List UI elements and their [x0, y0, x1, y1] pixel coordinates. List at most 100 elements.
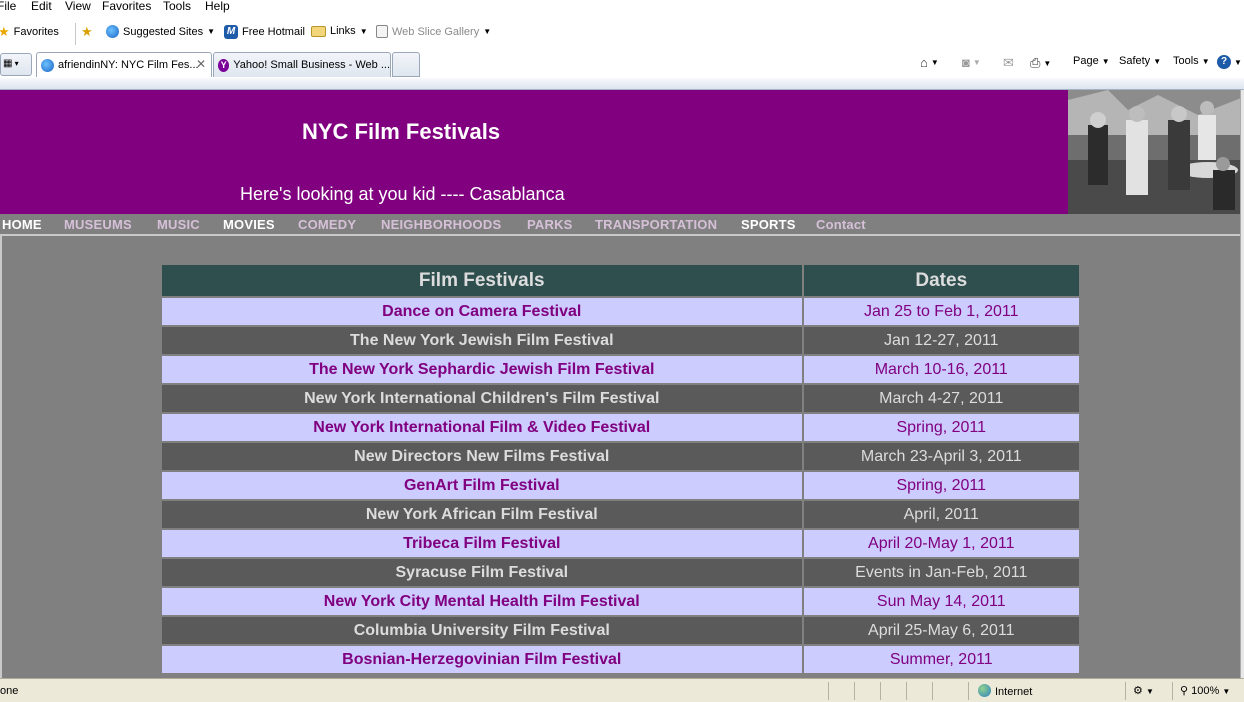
festival-name[interactable]: Dance on Camera Festival	[160, 296, 804, 327]
star-icon: ★	[0, 24, 10, 39]
table-row: Tribeca Film Festival April 20-May 1, 201…	[160, 528, 1082, 559]
chevron-down-icon: ▼	[972, 58, 981, 67]
table-row: New York City Mental Health Film Festiva…	[160, 586, 1082, 617]
status-divider	[854, 682, 855, 700]
nav-transportation[interactable]: TRANSPORTATION	[595, 217, 717, 232]
quick-tabs-button[interactable]: ▦ ▾	[0, 53, 32, 76]
browser-window: File Edit View Favorites Tools Help ★ Fa…	[0, 0, 1244, 702]
table-row: GenArt Film Festival Spring, 2011	[160, 470, 1082, 501]
table-row: Dance on Camera Festival Jan 25 to Feb 1,…	[160, 296, 1082, 327]
folder-icon	[311, 25, 326, 37]
status-divider	[932, 682, 933, 700]
feeds-button[interactable]: ◙ ▼	[962, 55, 981, 70]
chevron-down-icon: ▼	[930, 58, 939, 67]
nav-sports[interactable]: SPORTS	[741, 217, 796, 232]
festival-name[interactable]: Columbia University Film Festival	[160, 615, 804, 646]
chevron-down-icon: ▼	[1201, 56, 1210, 66]
zoom-control[interactable]: ⚲ 100% ▼	[1180, 684, 1230, 697]
nav-home[interactable]: HOME	[2, 217, 42, 232]
read-mail-button[interactable]: ✉	[1003, 55, 1014, 71]
menu-bar: File Edit View Favorites Tools Help	[0, 0, 1244, 15]
festival-name[interactable]: New York International Film & Video Fest…	[160, 412, 804, 443]
new-tab-button[interactable]	[392, 52, 420, 77]
festival-name[interactable]: GenArt Film Festival	[160, 470, 804, 501]
close-icon[interactable]: ✕	[196, 57, 206, 71]
home-icon: ⌂	[920, 55, 928, 70]
festival-dates: Spring, 2011	[801, 412, 1082, 443]
festival-name[interactable]: Bosnian-Herzegovinian Film Festival	[160, 644, 804, 675]
menu-favorites[interactable]: Favorites	[102, 0, 151, 13]
nav-museums[interactable]: MUSEUMS	[64, 217, 132, 232]
menu-edit[interactable]: Edit	[31, 0, 52, 13]
status-divider	[968, 682, 969, 700]
casablanca-photo	[1068, 90, 1241, 214]
table-row: New York International Film & Video Fest…	[160, 412, 1082, 443]
favorites-label: Favorites	[13, 26, 59, 38]
links-folder[interactable]: Links ▼	[311, 25, 368, 37]
favorites-button[interactable]: ★ Favorites	[0, 25, 59, 39]
table-row: New Directors New Films Festival March 23…	[160, 441, 1082, 472]
tab-yahoo[interactable]: Y Yahoo! Small Business - Web ...	[213, 52, 391, 77]
status-bar: one Internet ⚙ ▼ ⚲ 100% ▼	[0, 678, 1244, 702]
festival-name[interactable]: New Directors New Films Festival	[160, 441, 804, 472]
tab-afriendinny[interactable]: afriendinNY: NYC Film Fes... ✕	[36, 52, 212, 77]
nav-comedy[interactable]: COMEDY	[298, 217, 356, 232]
page-menu[interactable]: Page ▼	[1073, 55, 1110, 67]
nav-neighborhoods[interactable]: NEIGHBORHOODS	[381, 217, 501, 232]
festival-name[interactable]: The New York Sephardic Jewish Film Festi…	[160, 354, 804, 385]
safety-menu[interactable]: Safety ▼	[1119, 55, 1161, 67]
favorites-separator	[75, 23, 76, 45]
web-slice-gallery-link[interactable]: Web Slice Gallery ▼	[376, 25, 491, 38]
status-divider	[906, 682, 907, 700]
festival-dates: Sun May 14, 2011	[801, 586, 1082, 617]
security-zone: Internet	[978, 684, 1032, 698]
festival-dates: Summer, 2011	[801, 644, 1082, 675]
chevron-down-icon: ▼	[1145, 687, 1154, 696]
menu-help[interactable]: Help	[205, 0, 230, 13]
table-row: The New York Sephardic Jewish Film Festi…	[160, 354, 1082, 385]
site-title: NYC Film Festivals	[302, 119, 501, 144]
zoom-level: 100%	[1191, 685, 1220, 697]
status-divider	[828, 682, 829, 700]
chevron-down-icon: ▼	[1234, 57, 1242, 67]
print-button[interactable]: ⎙ ▼	[1030, 55, 1051, 71]
menu-tools[interactable]: Tools	[163, 0, 191, 13]
tab-title: afriendinNY: NYC Film Fes...	[58, 59, 199, 71]
add-to-favorites-button[interactable]: ★	[81, 25, 93, 39]
free-hotmail-link[interactable]: M Free Hotmail	[224, 25, 305, 39]
festival-dates: Spring, 2011	[801, 470, 1082, 501]
help-button[interactable]: ? ▼	[1217, 55, 1242, 69]
nav-contact[interactable]: Contact	[816, 217, 866, 232]
festival-name[interactable]: Syracuse Film Festival	[160, 557, 804, 588]
add-favorite-star-icon: ★	[81, 24, 93, 39]
page-viewport[interactable]: NYC Film Festivals Here's looking at you…	[0, 90, 1244, 678]
festival-name[interactable]: The New York Jewish Film Festival	[160, 325, 804, 356]
home-button[interactable]: ⌂ ▼	[920, 55, 939, 70]
site-header: NYC Film Festivals Here's looking at you…	[0, 90, 1068, 214]
festival-name[interactable]: New York African Film Festival	[160, 499, 804, 530]
festival-name[interactable]: New York City Mental Health Film Festiva…	[160, 586, 804, 617]
msn-icon: M	[224, 25, 238, 39]
rss-icon: ◙	[962, 55, 970, 70]
festival-name[interactable]: New York International Children's Film F…	[160, 383, 804, 414]
free-hotmail-label: Free Hotmail	[242, 26, 305, 38]
festival-name[interactable]: Tribeca Film Festival	[160, 528, 804, 559]
table-row: Bosnian-Herzegovinian Film Festival Summe…	[160, 644, 1082, 675]
festival-dates: April 25-May 6, 2011	[801, 615, 1082, 646]
nav-parks[interactable]: PARKS	[527, 217, 573, 232]
protected-mode-button[interactable]: ⚙ ▼	[1133, 684, 1154, 697]
chevron-down-icon: ▼	[483, 27, 492, 36]
table-row: New York African Film Festival April, 201…	[160, 499, 1082, 530]
festival-dates: March 4-27, 2011	[801, 383, 1082, 414]
status-divider	[1125, 682, 1126, 700]
zone-label: Internet	[995, 686, 1033, 698]
nav-music[interactable]: MUSIC	[157, 217, 200, 232]
menu-view[interactable]: View	[65, 0, 91, 13]
toolbar-divider	[0, 78, 1244, 90]
content-border	[0, 236, 2, 678]
menu-file[interactable]: File	[0, 0, 16, 13]
suggested-sites-link[interactable]: Suggested Sites ▼	[106, 25, 215, 38]
nav-movies[interactable]: MOVIES	[223, 217, 275, 232]
tools-menu[interactable]: Tools ▼	[1173, 55, 1210, 67]
vertical-scrollbar[interactable]	[1240, 90, 1244, 678]
